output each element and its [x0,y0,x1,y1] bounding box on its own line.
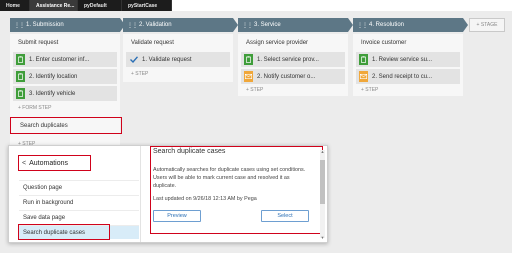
step-identify-vehicle[interactable]: 3. Identify vehicle [13,86,117,101]
stage-column-validation: Validate request 1. Validate request + S… [123,34,233,82]
add-form-step-button[interactable]: + FORM STEP [18,105,51,111]
form-step-icon [244,54,253,65]
scrollbar-thumb[interactable] [320,160,325,204]
drag-handle-icon[interactable]: ⋮⋮ [357,22,368,29]
stage-label: 1. Submission [26,22,64,28]
selected-item-highlight [18,224,110,240]
menu-item-question-page[interactable]: Question page [19,180,139,194]
stage-arrow-icon [463,18,468,32]
stage-service[interactable]: ⋮⋮ 3. Service [238,18,348,32]
add-step-button[interactable]: + STEP [361,87,378,93]
menu-item-run-in-background[interactable]: Run in background [19,195,139,209]
tab-bar: Home Assistance Re... pyDefault pyStartC… [0,0,512,11]
stage-label: 4. Resolution [369,22,405,28]
step-notify-customer[interactable]: 2. Notify customer o... [241,69,345,84]
step-send-receipt[interactable]: 2. Send receipt to cu... [356,69,460,84]
email-icon [359,71,368,82]
stage-validation[interactable]: ⋮⋮ 2. Validation [123,18,233,32]
form-step-icon [359,54,368,65]
process-title[interactable]: Invoice customer [361,40,406,46]
new-step-highlight [10,117,122,134]
tab-assistance-request[interactable]: Assistance Re... [30,0,78,11]
automations-popover: < Automations Question page Run in backg… [8,145,328,243]
form-step-icon [16,54,25,65]
drag-handle-icon[interactable]: ⋮⋮ [127,22,138,29]
step-enter-customer-info[interactable]: 1. Enter customer inf... [13,52,117,67]
menu-item-save-data-page[interactable]: Save data page [19,210,139,224]
form-step-icon [16,71,25,82]
add-step-button[interactable]: + STEP [246,87,263,93]
step-select-service-provider[interactable]: 1. Select service prov... [241,52,345,67]
detail-highlight [150,146,323,234]
drag-handle-icon[interactable]: ⋮⋮ [14,22,25,29]
stage-column-service: Assign service provider 1. Select servic… [238,34,348,96]
add-stage-button[interactable]: + STAGE [469,18,505,32]
step-label: 1. Enter customer inf... [29,56,90,63]
step-label: 2. Send receipt to cu... [372,73,433,80]
scroll-up-arrow-icon[interactable]: ▲ [320,149,325,154]
process-title[interactable]: Assign service provider [246,40,308,46]
step-label: 1. Select service prov... [257,56,319,63]
step-review-service-summary[interactable]: 1. Review service su... [356,52,460,67]
process-title[interactable]: Submit request [18,40,58,46]
step-validate-request[interactable]: 1. Validate request [126,52,230,67]
step-label: 1. Review service su... [372,56,433,63]
step-label: 2. Identify location [29,73,78,80]
stage-column-resolution: Invoice customer 1. Review service su...… [353,34,463,96]
form-step-icon [16,88,25,99]
step-label: 1. Validate request [142,56,192,63]
tab-bar-empty [172,0,512,11]
stage-label: 2. Validation [139,22,172,28]
tab-home[interactable]: Home [0,0,30,11]
stage-label: 3. Service [254,22,281,28]
approval-check-icon [129,54,138,65]
stage-submission[interactable]: ⋮⋮ 1. Submission [10,18,120,32]
email-icon [244,71,253,82]
scroll-down-arrow-icon[interactable]: ▼ [320,235,325,240]
tab-pystartcase[interactable]: pyStartCase [122,0,172,11]
stage-column-submission: Submit request 1. Enter customer inf... … [10,34,120,152]
drag-handle-icon[interactable]: ⋮⋮ [242,22,253,29]
step-label: 3. Identify vehicle [29,90,76,97]
automations-heading-highlight [18,155,91,171]
add-step-button[interactable]: + STEP [131,71,148,77]
step-identify-location[interactable]: 2. Identify location [13,69,117,84]
stage-resolution[interactable]: ⋮⋮ 4. Resolution [353,18,463,32]
process-title[interactable]: Validate request [131,40,174,46]
step-label: 2. Notify customer o... [257,73,316,80]
tab-pydefault[interactable]: pyDefault [78,0,122,11]
